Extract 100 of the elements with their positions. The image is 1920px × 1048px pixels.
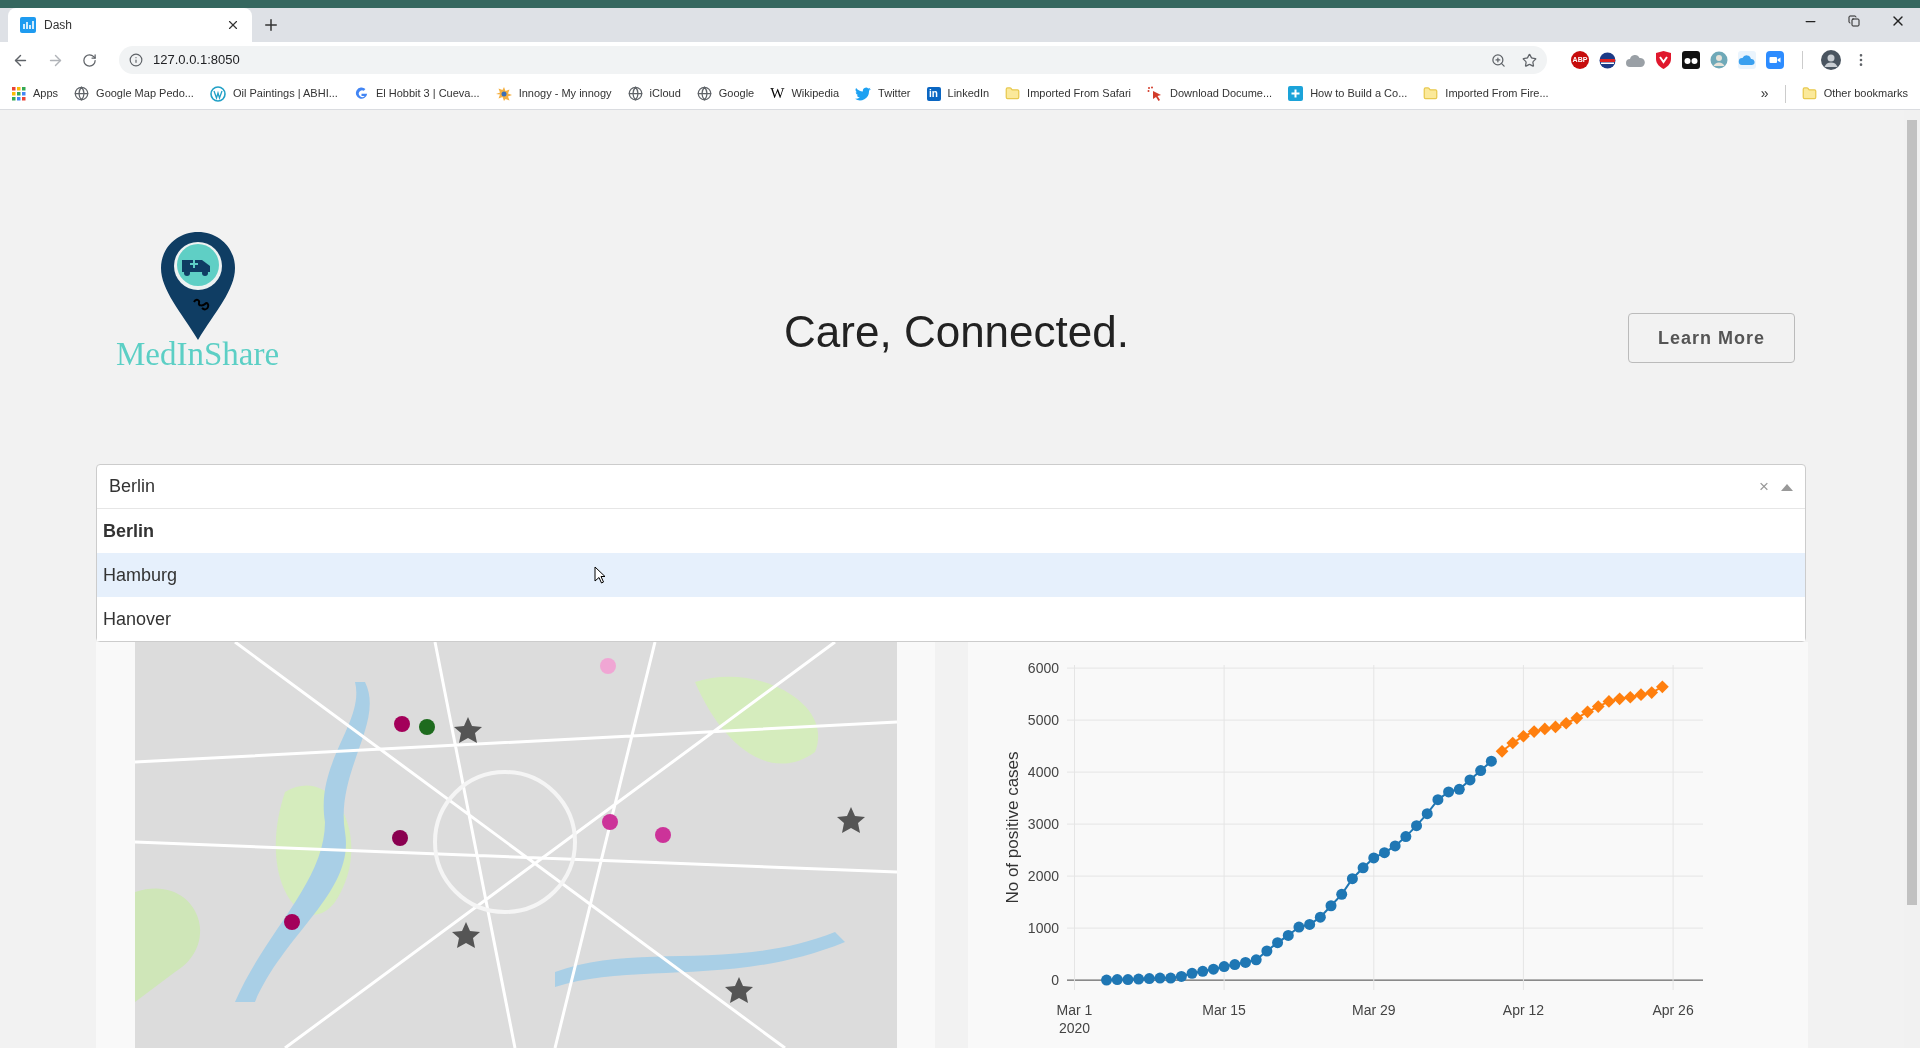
- bookmark[interactable]: Google: [696, 81, 755, 106]
- bookmark[interactable]: Apps: [12, 81, 59, 106]
- data-point: [1250, 954, 1262, 966]
- y-tick-label: 2000: [1027, 868, 1059, 885]
- flag-badge-icon[interactable]: [1599, 51, 1616, 69]
- x-tick-label: Mar 29: [1352, 1002, 1396, 1018]
- globe-icon: [627, 86, 643, 101]
- data-point: [1421, 808, 1433, 820]
- bookmark[interactable]: Twitter: [855, 81, 911, 106]
- data-point: [1314, 911, 1326, 923]
- bookmark[interactable]: Google Map Pedo...: [74, 81, 194, 106]
- wikipedia-icon: W: [770, 86, 785, 101]
- data-point: [1623, 690, 1637, 704]
- bookmark[interactable]: iCloud: [627, 81, 681, 106]
- data-point: [1336, 888, 1348, 900]
- data-point: [1591, 700, 1605, 713]
- data-point: [1122, 974, 1134, 986]
- plus-square-icon: [1288, 86, 1304, 101]
- more-bookmarks-chevron[interactable]: »: [1760, 83, 1769, 104]
- info-icon[interactable]: [129, 53, 143, 67]
- data-point: [1443, 786, 1455, 798]
- data-point: [1389, 840, 1401, 852]
- y-tick-label: 3000: [1027, 816, 1059, 833]
- data-point: [1475, 765, 1487, 777]
- data-point: [1165, 972, 1177, 984]
- year-label: 2020: [1058, 1020, 1091, 1036]
- caret-icon[interactable]: [1781, 482, 1793, 491]
- cloud-icon[interactable]: [1738, 51, 1756, 69]
- bird-icon: [855, 86, 872, 101]
- bookmark-star-icon[interactable]: [1522, 52, 1537, 68]
- browser-tab[interactable]: Dash: [8, 8, 252, 42]
- bookmark[interactable]: El Hobbit 3 | Cueva...: [353, 81, 480, 106]
- x-tick-label: Apr 12: [1502, 1002, 1545, 1018]
- data-point: [1272, 937, 1284, 949]
- data-point: [1559, 716, 1573, 730]
- globe-icon: [74, 86, 90, 101]
- google-icon: [353, 86, 369, 101]
- zoom-icon[interactable]: [1491, 52, 1506, 68]
- data-point: [1229, 959, 1241, 970]
- apps-grid-icon: [12, 86, 26, 101]
- data-point: [1400, 831, 1412, 843]
- data-point: [1325, 900, 1337, 912]
- y-tick-label: 1000: [1027, 920, 1059, 937]
- shield-icon[interactable]: [1655, 51, 1672, 69]
- data-point: [1549, 720, 1562, 734]
- folder-icon: [1005, 86, 1021, 101]
- data-point: [1197, 965, 1209, 977]
- learn-more-button[interactable]: Learn More: [1628, 313, 1795, 363]
- bookmark[interactable]: in LinkedIn: [926, 81, 990, 106]
- bookmark[interactable]: Innogy - My innogy: [495, 81, 612, 106]
- data-point: [1538, 722, 1552, 736]
- reload-icon[interactable]: [82, 52, 97, 68]
- bookmark[interactable]: Download Docume...: [1147, 81, 1273, 106]
- data-point: [1432, 794, 1444, 806]
- address-bar[interactable]: 127.0.0.1:8050: [119, 46, 1547, 74]
- restore-icon[interactable]: [1848, 15, 1860, 27]
- bookmark[interactable]: W Wikipedia: [770, 81, 840, 106]
- folder-icon: [1423, 86, 1439, 101]
- data-point: [1453, 783, 1465, 795]
- data-point: [1368, 852, 1380, 864]
- bookmark[interactable]: How to Build a Co...: [1288, 81, 1408, 106]
- data-point: [1527, 725, 1541, 738]
- url-text: 127.0.0.1:8050: [153, 51, 241, 70]
- x-tick-label: Mar 15: [1202, 1002, 1246, 1018]
- bookmark[interactable]: Oil Paintings | ABHI...: [209, 81, 338, 106]
- data-point: [1218, 961, 1230, 973]
- video-camera-icon[interactable]: [1766, 51, 1784, 69]
- data-point: [1133, 973, 1145, 985]
- x-tick-label: Mar 1: [1056, 1002, 1093, 1018]
- profile-avatar-icon[interactable]: [1821, 50, 1841, 70]
- data-point: [1304, 919, 1316, 930]
- cloud-icon[interactable]: [1626, 53, 1645, 67]
- close-icon[interactable]: [226, 18, 240, 32]
- data-point: [1175, 971, 1187, 982]
- y-tick-label: 0: [1051, 972, 1059, 989]
- data-point: [1186, 967, 1198, 979]
- bookmark[interactable]: Other bookmarks: [1801, 85, 1908, 102]
- data-point: [1154, 972, 1166, 984]
- data-point: [1645, 686, 1659, 699]
- folder-icon: [1801, 86, 1817, 101]
- data-point: [1485, 755, 1497, 767]
- mouse-cursor-icon: [594, 566, 606, 584]
- new-tab-icon[interactable]: [262, 16, 280, 34]
- tab-title: Dash: [44, 17, 73, 34]
- glasses-icon[interactable]: [1682, 51, 1700, 69]
- data-point: [1411, 820, 1423, 832]
- data-point: [1207, 963, 1219, 975]
- y-tick-label: 4000: [1027, 764, 1059, 781]
- data-point: [1506, 736, 1520, 750]
- wordpress-icon: [209, 85, 226, 102]
- data-point: [1240, 956, 1251, 968]
- x-tick-label: Apr 26: [1652, 1002, 1694, 1018]
- avatar-icon[interactable]: [1710, 51, 1728, 69]
- data-point: [1634, 688, 1648, 701]
- globe-icon: [696, 86, 712, 101]
- scrollbar-thumb[interactable]: [1907, 120, 1917, 905]
- bookmark[interactable]: Imported From Safari: [1005, 81, 1132, 106]
- data-point: [1143, 973, 1155, 985]
- dropdown-option[interactable]: Hamburg: [97, 553, 1805, 597]
- bookmark[interactable]: Imported From Fire...: [1423, 81, 1549, 106]
